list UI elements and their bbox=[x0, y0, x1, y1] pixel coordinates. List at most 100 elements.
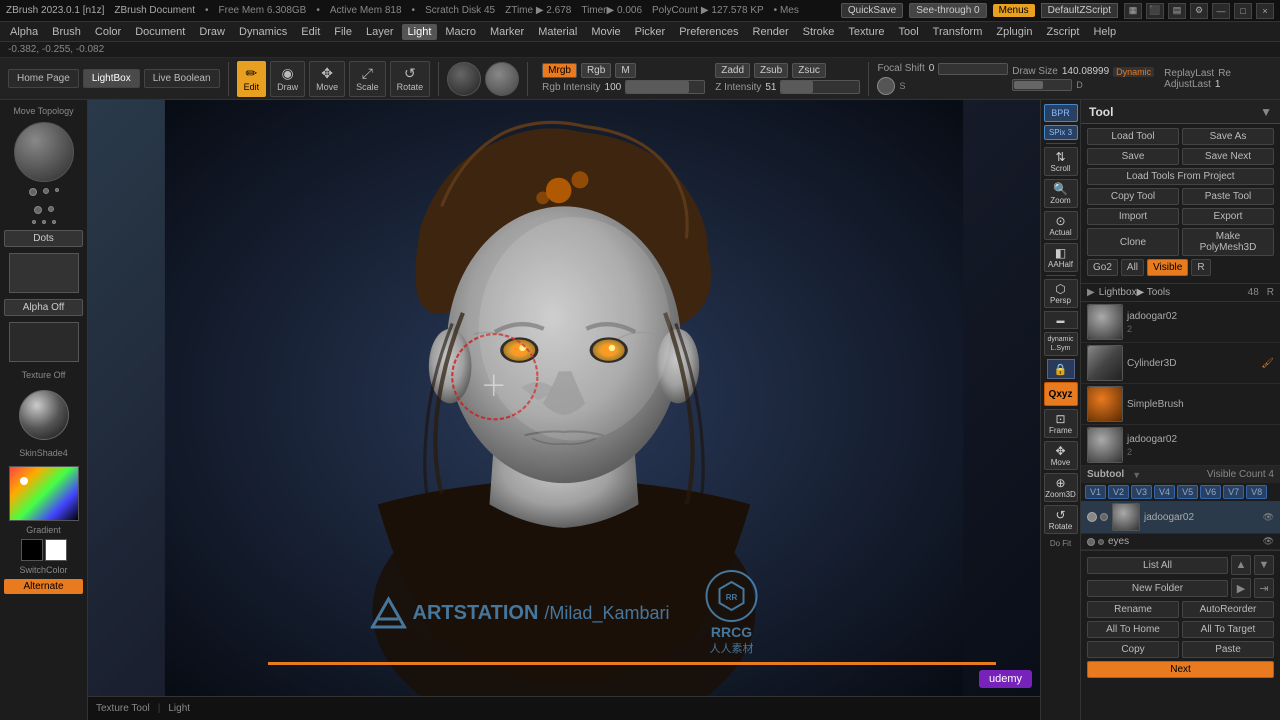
xyz-button[interactable]: Qxyz bbox=[1044, 382, 1078, 406]
tool-thumb-1[interactable] bbox=[1087, 304, 1123, 340]
cylinder-brush-icon[interactable]: 🖌 bbox=[1261, 358, 1274, 369]
zsuc-button[interactable]: Zsuc bbox=[792, 63, 826, 78]
edit-tool-button[interactable]: ✏ Edit bbox=[237, 61, 267, 97]
menu-dynamics[interactable]: Dynamics bbox=[233, 24, 293, 40]
texture-preview[interactable] bbox=[9, 322, 79, 362]
focal-shift-slider[interactable] bbox=[938, 63, 1008, 75]
dynamic-lsym-button[interactable]: dynamic L.Sym bbox=[1044, 332, 1078, 356]
menu-transform[interactable]: Transform bbox=[927, 24, 989, 40]
list-all-down-icon[interactable]: ▼ bbox=[1254, 555, 1274, 575]
icon-settings[interactable]: ⚙ bbox=[1190, 3, 1208, 19]
alpha-off-button[interactable]: Alpha Off bbox=[4, 299, 83, 316]
lightbox-arrow-icon[interactable]: ▶ bbox=[1087, 287, 1095, 298]
vis-v7[interactable]: V7 bbox=[1223, 485, 1244, 499]
zadd-button[interactable]: Zadd bbox=[715, 63, 750, 78]
canvas-area[interactable]: ARTSTATION /Milad_Kambari RR RRCG bbox=[88, 100, 1040, 696]
z-intensity-slider[interactable] bbox=[780, 80, 860, 94]
frame-button[interactable]: ⊡ Frame bbox=[1044, 409, 1078, 438]
save-next-button[interactable]: Save Next bbox=[1182, 148, 1274, 165]
menu-macro[interactable]: Macro bbox=[439, 24, 482, 40]
canvas-background[interactable]: ARTSTATION /Milad_Kambari RR RRCG bbox=[88, 100, 1040, 696]
zoom3d-button[interactable]: ⊕ Zoom3D bbox=[1044, 473, 1078, 502]
menu-picker[interactable]: Picker bbox=[629, 24, 672, 40]
subtool-header[interactable]: Subtool ▼ Visible Count 4 bbox=[1081, 466, 1280, 483]
list-all-up-icon[interactable]: ▲ bbox=[1231, 555, 1251, 575]
menu-texture[interactable]: Texture bbox=[842, 24, 890, 40]
menus-button[interactable]: Menus bbox=[993, 4, 1035, 17]
rename-button[interactable]: Rename bbox=[1087, 601, 1179, 618]
r-count-btn[interactable]: R bbox=[1267, 287, 1274, 298]
draw-size-slider[interactable] bbox=[1012, 79, 1072, 91]
menu-file[interactable]: File bbox=[328, 24, 358, 40]
go2-button[interactable]: Go2 bbox=[1087, 259, 1118, 276]
alpha-preview[interactable] bbox=[9, 253, 79, 293]
quicksave-button[interactable]: QuickSave bbox=[841, 3, 903, 18]
icon-minimize[interactable]: — bbox=[1212, 3, 1230, 19]
paste-bottom-button[interactable]: Paste bbox=[1182, 641, 1274, 658]
vis-v5[interactable]: V5 bbox=[1177, 485, 1198, 499]
brush-sphere-preview[interactable] bbox=[14, 122, 74, 182]
seethrough-button[interactable]: See-through 0 bbox=[909, 3, 986, 18]
aahalf-button[interactable]: ◧ AAHalf bbox=[1044, 243, 1078, 272]
menu-edit[interactable]: Edit bbox=[295, 24, 326, 40]
alternate-button[interactable]: Alternate bbox=[4, 579, 83, 594]
tool-title-expand-icon[interactable]: ▼ bbox=[1260, 105, 1272, 119]
move-tool-button[interactable]: ✥ Move bbox=[309, 61, 345, 97]
make-polymesh3d-button[interactable]: Make PolyMesh3D bbox=[1182, 228, 1274, 256]
auto-reorder-button[interactable]: AutoReorder bbox=[1182, 601, 1274, 618]
save-as-button[interactable]: Save As bbox=[1182, 128, 1274, 145]
all-button[interactable]: All bbox=[1121, 259, 1144, 276]
icon-grid[interactable]: ▦ bbox=[1124, 3, 1142, 19]
gizmo-move-button[interactable]: ✥ Move bbox=[1044, 441, 1078, 470]
new-folder-button[interactable]: New Folder bbox=[1087, 580, 1228, 597]
live-boolean-tab[interactable]: Live Boolean bbox=[144, 69, 220, 88]
export-button[interactable]: Export bbox=[1182, 208, 1274, 225]
persp-button[interactable]: ⬡ Persp bbox=[1044, 279, 1078, 308]
vis-v4[interactable]: V4 bbox=[1154, 485, 1175, 499]
lock-button[interactable]: 🔒 bbox=[1047, 359, 1075, 379]
icon-maximize[interactable]: □ bbox=[1234, 3, 1252, 19]
r-sub-button[interactable]: R bbox=[1191, 259, 1210, 276]
load-tool-button[interactable]: Load Tool bbox=[1087, 128, 1179, 145]
brush-preview-1[interactable] bbox=[447, 62, 481, 96]
visible-button[interactable]: Visible bbox=[1147, 259, 1188, 276]
menu-color[interactable]: Color bbox=[89, 24, 127, 40]
all-to-home-button[interactable]: All To Home bbox=[1087, 621, 1179, 638]
spix-button[interactable]: SPix 3 bbox=[1044, 125, 1078, 140]
zsub-button[interactable]: Zsub bbox=[754, 63, 788, 78]
menu-document[interactable]: Document bbox=[129, 24, 191, 40]
copy-bottom-button[interactable]: Copy bbox=[1087, 641, 1179, 658]
all-to-target-button[interactable]: All To Target bbox=[1182, 621, 1274, 638]
menu-movie[interactable]: Movie bbox=[585, 24, 626, 40]
menu-material[interactable]: Material bbox=[532, 24, 583, 40]
bpr-button[interactable]: BPR bbox=[1044, 104, 1078, 122]
tool-thumb-cylinder[interactable] bbox=[1087, 345, 1123, 381]
save-button[interactable]: Save bbox=[1087, 148, 1179, 165]
zoom-button[interactable]: 🔍 Zoom bbox=[1044, 179, 1078, 208]
actual-button[interactable]: ⊙ Actual bbox=[1044, 211, 1078, 240]
m-button[interactable]: M bbox=[615, 63, 635, 78]
black-swatch[interactable] bbox=[21, 539, 43, 561]
new-folder-end-icon[interactable]: ⇥ bbox=[1254, 578, 1274, 598]
menu-light[interactable]: Light bbox=[402, 24, 438, 40]
clone-button[interactable]: Clone bbox=[1087, 228, 1179, 256]
paste-tool-button[interactable]: Paste Tool bbox=[1182, 188, 1274, 205]
menu-draw[interactable]: Draw bbox=[193, 24, 231, 40]
menu-alpha[interactable]: Alpha bbox=[4, 24, 44, 40]
icon-close[interactable]: × bbox=[1256, 3, 1274, 19]
sub-eye-icon[interactable]: 👁 bbox=[1263, 512, 1274, 523]
floor-toggle[interactable]: ▬ bbox=[1044, 311, 1078, 329]
home-page-tab[interactable]: Home Page bbox=[8, 69, 79, 88]
gizmo-rotate-button[interactable]: ↺ Rotate bbox=[1044, 505, 1078, 534]
tool-thumb-3[interactable] bbox=[1087, 427, 1123, 463]
new-folder-right-icon[interactable]: ▶ bbox=[1231, 578, 1251, 598]
vis-v3[interactable]: V3 bbox=[1131, 485, 1152, 499]
scroll-button[interactable]: ⇅ Scroll bbox=[1044, 147, 1078, 176]
import-button[interactable]: Import bbox=[1087, 208, 1179, 225]
scale-tool-button[interactable]: ⤢ Scale bbox=[349, 61, 386, 97]
vis-v2[interactable]: V2 bbox=[1108, 485, 1129, 499]
default-script-button[interactable]: DefaultZScript bbox=[1041, 3, 1118, 18]
sub-item-eyes[interactable]: eyes 👁 bbox=[1081, 534, 1280, 550]
icon-camera[interactable]: ⬛ bbox=[1146, 3, 1164, 19]
draw-tool-button[interactable]: ◉ Draw bbox=[270, 61, 305, 97]
